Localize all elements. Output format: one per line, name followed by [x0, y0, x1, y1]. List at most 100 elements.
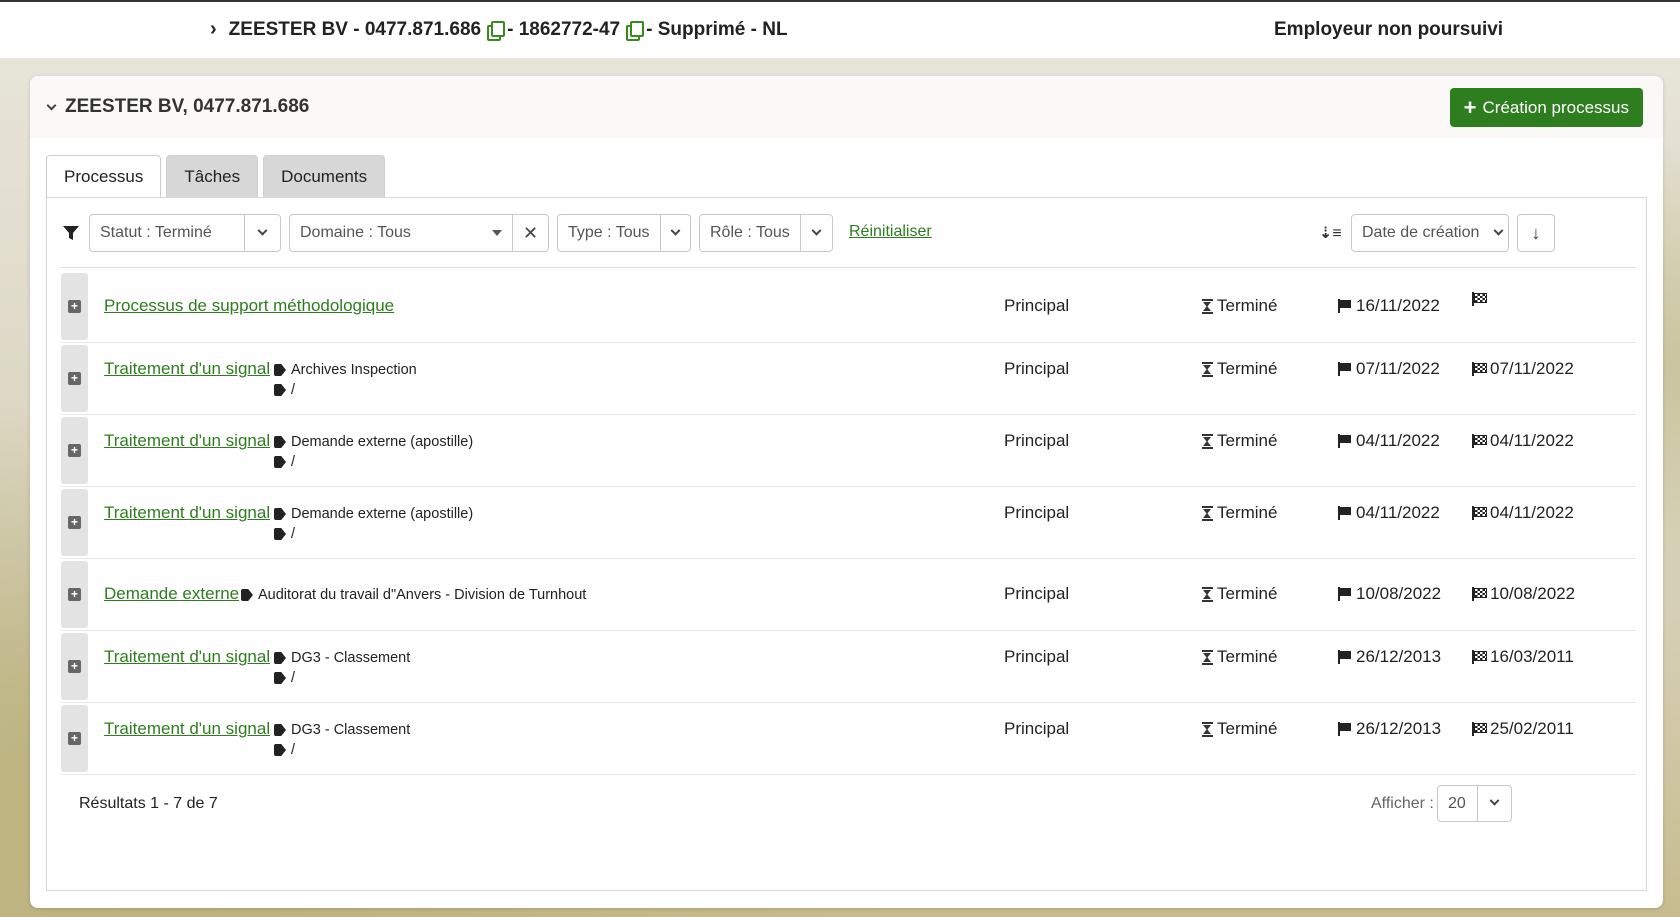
tag-item: DG3 - Classement: [274, 720, 410, 740]
expand-row-button[interactable]: +: [61, 705, 88, 772]
process-tags: DG3 - Classement /: [274, 648, 410, 688]
reset-filters-link[interactable]: Réinitialiser: [849, 223, 932, 241]
tag-icon: [274, 456, 286, 468]
process-status-text: Terminé: [1217, 296, 1278, 315]
tab-taches[interactable]: Tâches: [166, 155, 259, 197]
tag-icon: [274, 508, 286, 520]
process-name-link[interactable]: Traitement d'un signal: [104, 719, 270, 739]
process-status: Terminé: [1202, 584, 1277, 604]
tag-item: /: [274, 452, 473, 472]
chevron-down-icon[interactable]: [799, 215, 832, 251]
copy-icon[interactable]: [626, 21, 645, 41]
tag-label: /: [291, 454, 296, 470]
process-name-link[interactable]: Traitement d'un signal: [104, 503, 270, 523]
process-end-date: [1471, 292, 1490, 306]
checkered-flag-icon: [1471, 506, 1487, 520]
process-row: + Processus de support méthodologique Prin…: [61, 271, 1636, 343]
flag-icon: [1337, 362, 1352, 376]
expand-row-button[interactable]: +: [61, 633, 88, 700]
process-role: Principal: [1004, 503, 1070, 522]
start-date-text: 26/12/2013: [1356, 647, 1442, 666]
start-date-text: 04/11/2022: [1356, 431, 1440, 450]
sort-field-value: Date de création: [1362, 224, 1480, 241]
chevron-right-icon[interactable]: ›: [210, 18, 217, 41]
employer-status: Employeur non poursuivi: [1274, 19, 1504, 40]
sort-icon[interactable]: ⇣≡: [1319, 223, 1342, 243]
tab-processus[interactable]: Processus: [46, 155, 162, 198]
flag-icon: [1337, 434, 1352, 448]
sort-field-select[interactable]: Date de création: [1351, 214, 1509, 252]
employer-name-number: ZEESTER BV - 0477.871.686: [228, 18, 482, 40]
start-date-text: 04/11/2022: [1356, 503, 1440, 522]
role-filter-value: Rôle : Tous: [710, 224, 790, 241]
page-size-select[interactable]: 20: [1437, 785, 1512, 822]
tag-label: /: [291, 526, 296, 542]
process-name-link[interactable]: Traitement d'un signal: [104, 431, 270, 451]
process-name-link[interactable]: Demande externe: [104, 584, 239, 604]
panel-header: ZEESTER BV, 0477.871.686 + Création proc…: [30, 76, 1663, 138]
sort-direction-button[interactable]: ↓: [1517, 214, 1555, 252]
tab-documents[interactable]: Documents: [263, 155, 386, 197]
process-role: Principal: [1004, 431, 1070, 450]
checkered-flag-icon: [1471, 434, 1487, 448]
process-end-date: 10/08/2022: [1471, 584, 1575, 604]
tag-icon: [274, 744, 286, 756]
process-end-date: 04/11/2022: [1471, 503, 1574, 523]
process-role: Principal: [1004, 647, 1070, 666]
role-filter[interactable]: Rôle : Tous: [699, 214, 833, 252]
process-role: Principal: [1004, 296, 1070, 315]
tag-icon: [274, 652, 286, 664]
tag-label: /: [291, 742, 296, 758]
type-filter[interactable]: Type : Tous: [557, 214, 691, 252]
expand-row-button[interactable]: +: [61, 489, 88, 556]
hourglass-icon: [1202, 505, 1213, 521]
end-date-text: 25/02/2011: [1490, 719, 1574, 738]
tab-bar: Processus Tâches Documents: [46, 155, 386, 198]
checkered-flag-icon: [1471, 292, 1487, 306]
flag-icon: [1337, 722, 1352, 736]
chevron-down-icon[interactable]: [1477, 786, 1511, 821]
process-tags: Demande externe (apostille) /: [274, 432, 473, 472]
chevron-down-icon[interactable]: [659, 215, 690, 251]
end-date-text: 10/08/2022: [1490, 584, 1576, 603]
expand-row-button[interactable]: +: [61, 345, 88, 412]
chevron-down-icon[interactable]: [244, 215, 280, 251]
employer-breadcrumb: › ZEESTER BV - 0477.871.686 - 1862772-47…: [210, 18, 788, 41]
processes-panel: ZEESTER BV, 0477.871.686 + Création proc…: [30, 76, 1663, 908]
start-date-text: 26/12/2013: [1356, 719, 1442, 738]
domain-filter[interactable]: Domaine : Tous ✕: [289, 214, 549, 252]
process-status: Terminé: [1202, 503, 1277, 523]
status-filter[interactable]: Statut : Terminé: [89, 214, 281, 252]
expand-row-button[interactable]: +: [61, 273, 88, 340]
process-name-link[interactable]: Processus de support méthodologique: [104, 296, 394, 316]
panel-title[interactable]: ZEESTER BV, 0477.871.686: [46, 96, 310, 118]
tag-icon: [274, 364, 286, 376]
create-process-button[interactable]: + Création processus: [1449, 88, 1643, 127]
end-date-text: 07/11/2022: [1490, 359, 1574, 378]
caret-down-icon[interactable]: [482, 230, 512, 236]
plus-square-icon: +: [68, 732, 81, 745]
checkered-flag-icon: [1471, 587, 1487, 601]
tag-label: Demande externe (apostille): [291, 506, 474, 522]
clear-icon[interactable]: ✕: [512, 215, 548, 251]
process-start-date: 26/12/2013: [1337, 647, 1441, 667]
panel-title-text: ZEESTER BV, 0477.871.686: [65, 96, 310, 117]
process-name-link[interactable]: Traitement d'un signal: [104, 359, 270, 379]
chevron-down-icon[interactable]: [46, 100, 57, 110]
tag-icon: [241, 589, 253, 601]
start-date-text: 10/08/2022: [1356, 584, 1442, 603]
checkered-flag-icon: [1471, 362, 1487, 376]
chevron-down-icon: [1489, 225, 1508, 237]
plus-square-icon: +: [68, 300, 81, 313]
expand-row-button[interactable]: +: [61, 417, 88, 484]
process-status: Terminé: [1202, 719, 1277, 739]
copy-icon[interactable]: [487, 21, 506, 41]
tag-label: /: [291, 670, 296, 686]
tag-item: /: [274, 668, 410, 688]
process-name-link[interactable]: Traitement d'un signal: [104, 647, 270, 667]
process-status-text: Terminé: [1217, 503, 1278, 522]
process-row: + Traitement d'un signal DG3 - Classement /…: [61, 703, 1636, 775]
process-status-text: Terminé: [1217, 359, 1278, 378]
tag-label: Archives Inspection: [291, 362, 417, 378]
expand-row-button[interactable]: +: [61, 561, 88, 628]
